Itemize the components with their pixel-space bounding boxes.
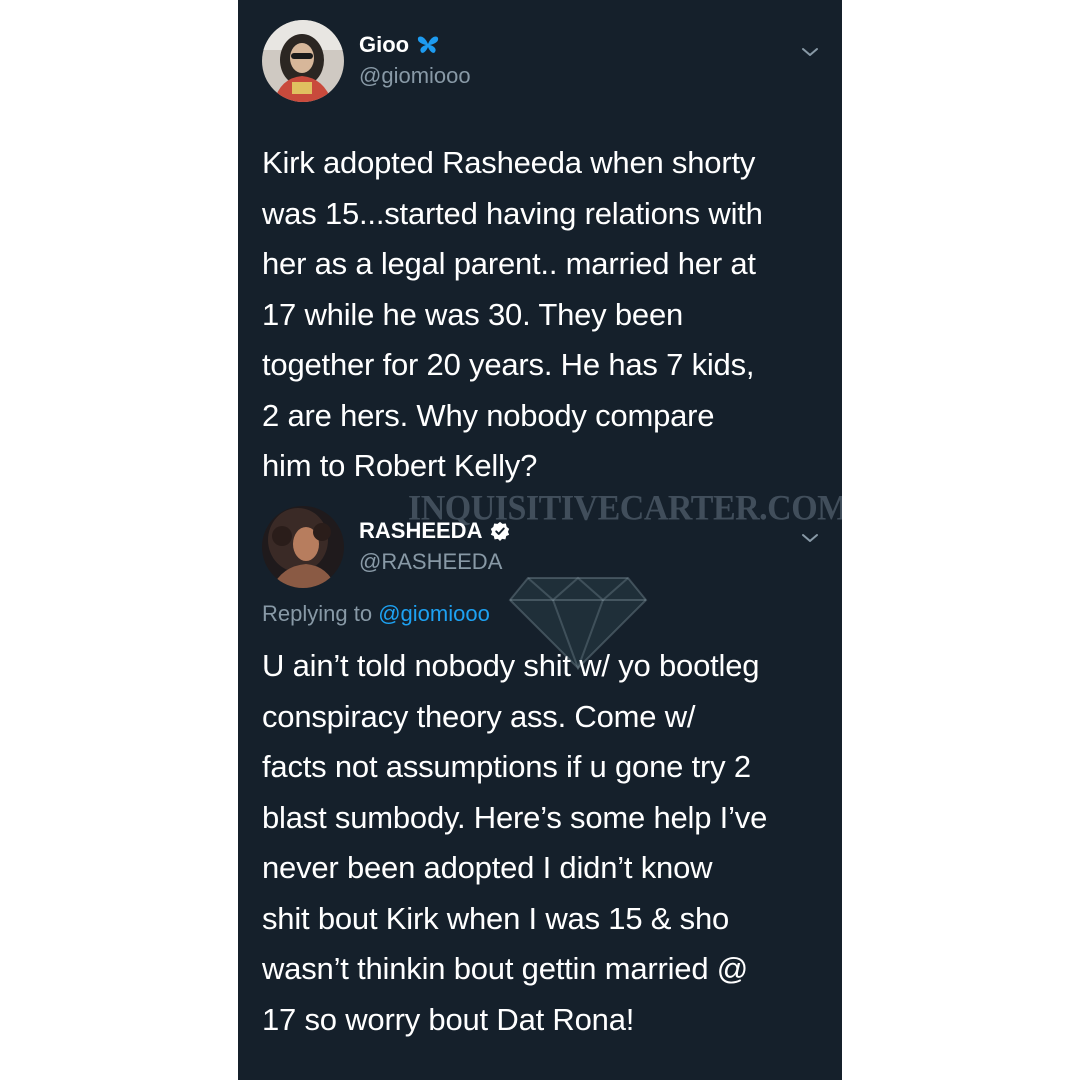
tweet-header-gioo: Gioo @giomiooo — [262, 20, 822, 104]
replying-to-line: Replying to @giomiooo — [262, 600, 490, 628]
avatar-rasheeda[interactable] — [262, 506, 344, 588]
chevron-down-icon[interactable] — [798, 40, 822, 64]
display-name-gioo[interactable]: Gioo — [359, 32, 409, 58]
chevron-down-icon[interactable] — [798, 526, 822, 550]
butterfly-icon — [417, 36, 439, 53]
tweet-header-rasheeda: RASHEEDA @RASHEEDA — [262, 506, 822, 590]
verified-badge-icon — [491, 521, 510, 541]
avatar-gioo-image — [262, 20, 344, 102]
tweet-thread-panel: Gioo @giomiooo Kirk adopted Rasheeda whe… — [238, 0, 842, 1080]
avatar-rasheeda-image — [262, 506, 344, 588]
display-name-rasheeda[interactable]: RASHEEDA — [359, 518, 482, 544]
reply-mention-link[interactable]: @giomiooo — [378, 601, 490, 626]
tweet-text-rasheeda: U ain’t told nobody shit w/ yo bootleg c… — [262, 648, 768, 1037]
handle-gioo[interactable]: @giomiooo — [359, 62, 471, 90]
replying-to-label: Replying to — [262, 601, 379, 626]
avatar-gioo[interactable] — [262, 20, 344, 102]
handle-rasheeda[interactable]: @RASHEEDA — [359, 548, 510, 576]
tweet-text-gioo: Kirk adopted Rasheeda when shorty was 15… — [262, 145, 763, 483]
